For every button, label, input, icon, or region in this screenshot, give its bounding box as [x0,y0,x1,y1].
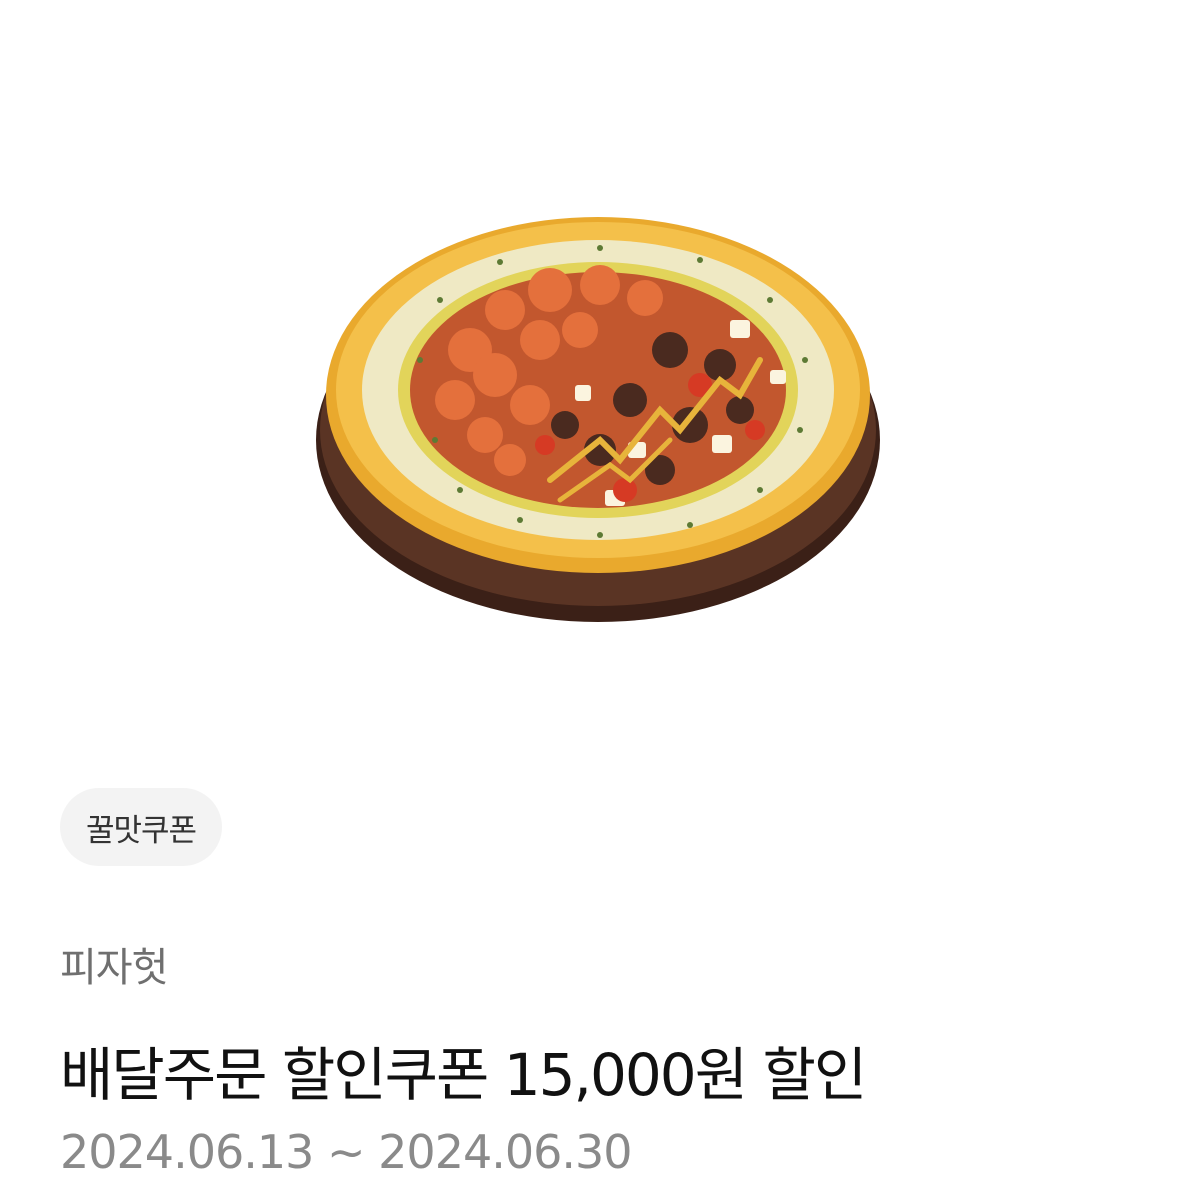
coupon-title: 배달주문 할인쿠폰 15,000원 할인 [60,1041,867,1109]
coupon-category-badge: 꿀맛쿠폰 [60,788,223,866]
product-image-area [0,0,1200,760]
brand-name: 피자헛 [60,945,168,991]
badge-label: 꿀맛쿠폰 [86,812,197,849]
pizza-image [316,217,880,622]
validity-period: 2024.06.13 ~ 2024.06.30 [60,1125,633,1179]
